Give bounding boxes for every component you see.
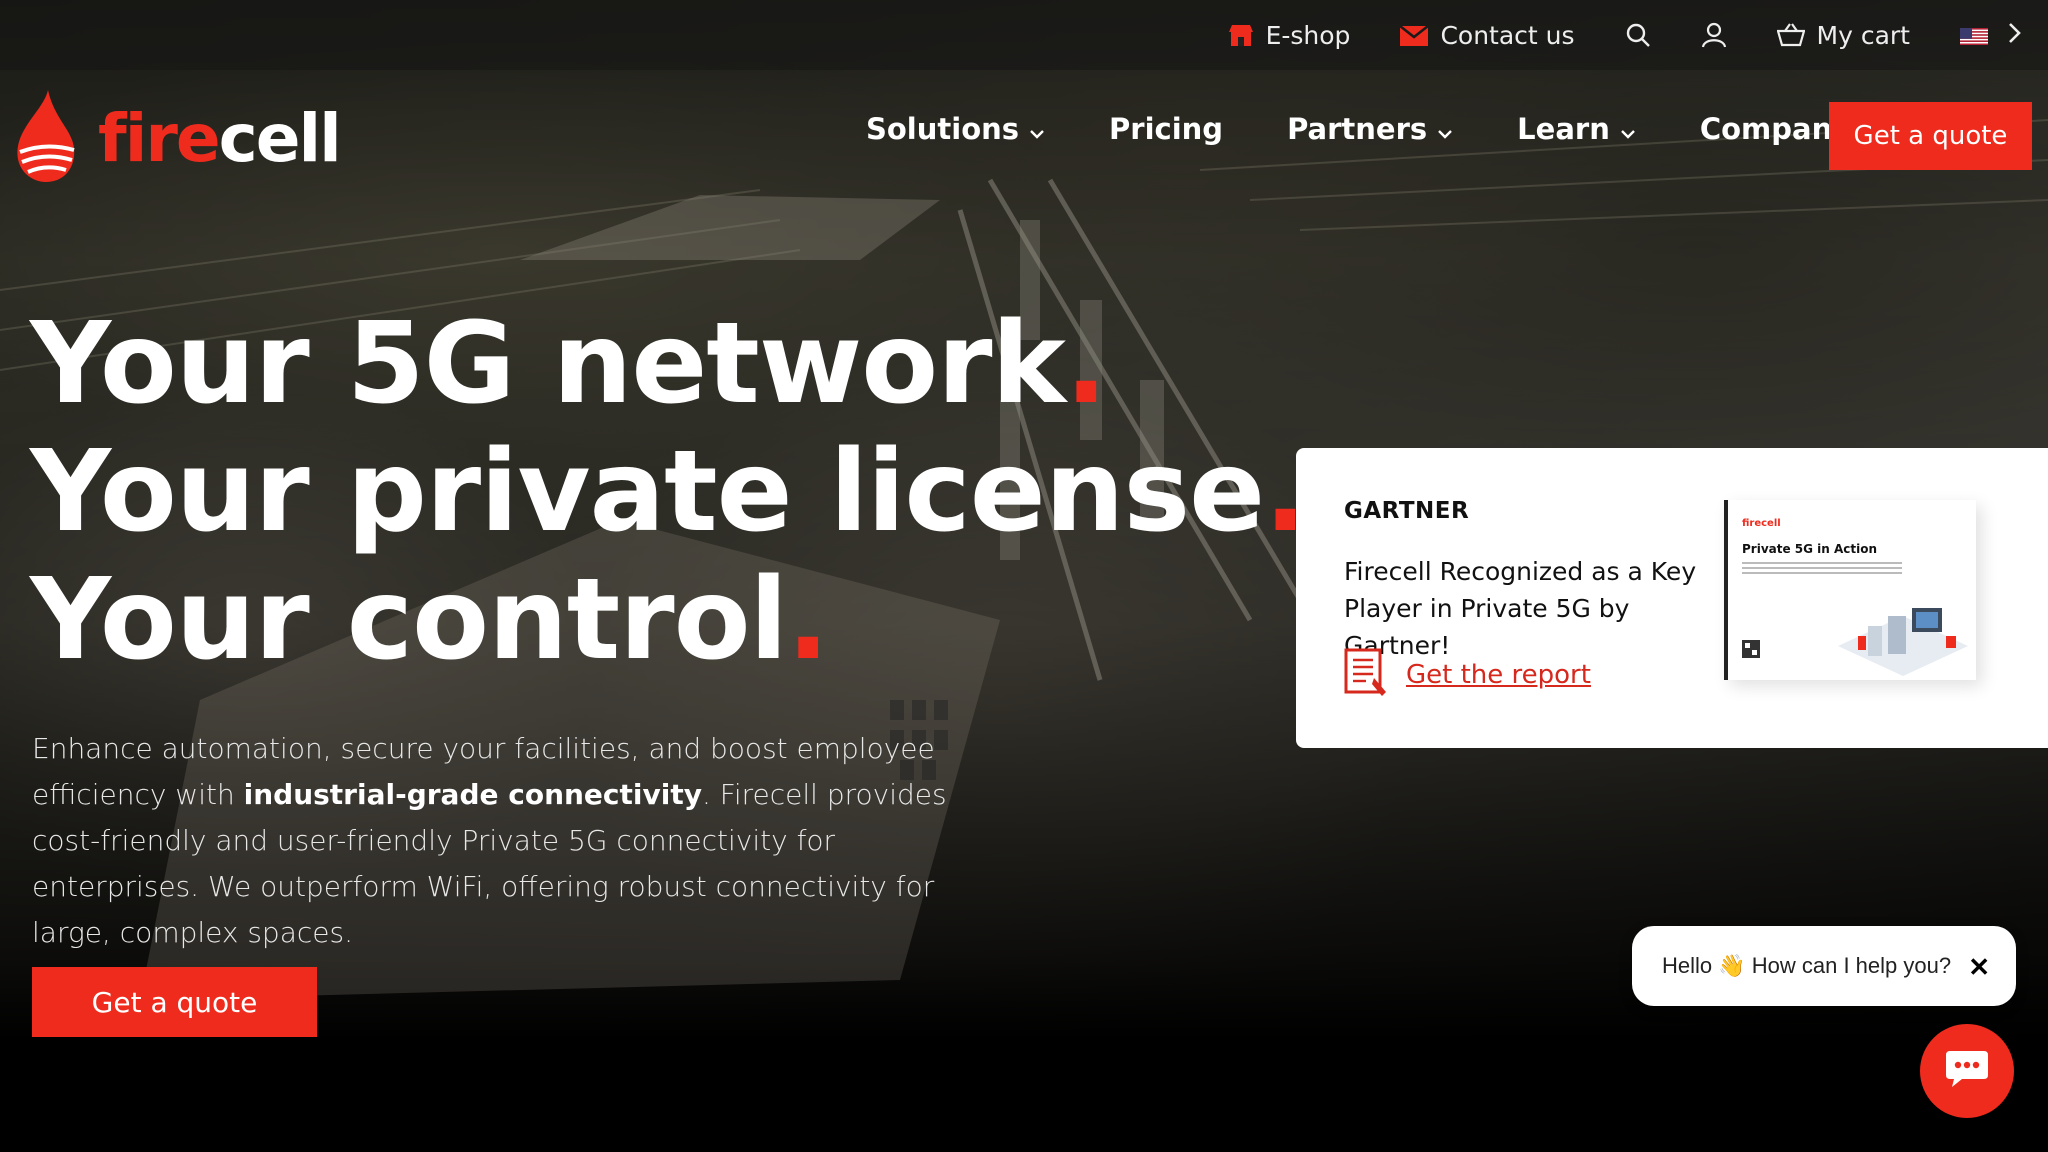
utility-bar: E-shop Contact us My cart [0, 0, 2048, 70]
get-report-label: Get the report [1406, 660, 1591, 690]
chevron-down-icon [1029, 112, 1045, 146]
gartner-card: GARTNER Firecell Recognized as a Key Pla… [1296, 448, 2048, 748]
report-subtitle-lines [1742, 562, 1902, 576]
search-button[interactable] [1625, 22, 1651, 48]
headline-line-1: Your 5G network. [30, 299, 1107, 429]
chevron-right-icon [2008, 21, 2022, 50]
nav-item-label: Pricing [1109, 112, 1224, 146]
qr-code-icon [1742, 640, 1760, 658]
cart-label: My cart [1816, 20, 1910, 50]
store-icon [1228, 22, 1254, 48]
hero-headline: Your 5G network. Your private license. Y… [30, 299, 1307, 685]
get-report-link[interactable]: Get the report [1344, 648, 1591, 702]
account-button[interactable] [1701, 22, 1727, 48]
nav-item-partners[interactable]: Partners [1287, 112, 1453, 146]
mail-icon [1400, 24, 1429, 46]
user-icon [1701, 22, 1727, 48]
report-title: Private 5G in Action [1742, 542, 1878, 556]
report-illustration [1838, 608, 1968, 676]
headline-line-3: Your control. [30, 555, 829, 685]
eshop-label: E-shop [1265, 20, 1351, 50]
hero-description: Enhance automation, secure your faciliti… [32, 732, 947, 949]
main-nav: firecell Solutions Pricing Partners Lear… [0, 70, 2048, 200]
contact-label: Contact us [1440, 20, 1575, 50]
nav-item-label: Partners [1287, 112, 1428, 146]
chevron-down-icon [1437, 112, 1453, 146]
nav-item-label: Solutions [866, 112, 1020, 146]
headline-line-2: Your private license. [30, 427, 1307, 557]
chat-launcher-button[interactable] [1920, 1024, 2014, 1118]
contact-link[interactable]: Contact us [1400, 20, 1575, 50]
hero-get-quote-button[interactable]: Get a quote [32, 967, 317, 1037]
firecell-logo[interactable]: firecell [14, 90, 342, 186]
report-cover-image[interactable]: firecell Private 5G in Action [1724, 500, 1976, 680]
chat-bubble-icon [1944, 1049, 1990, 1093]
report-logo: firecell [1742, 518, 1781, 529]
language-selector[interactable] [1960, 21, 2022, 50]
nav-item-label: Learn [1517, 112, 1610, 146]
nav-get-quote-button[interactable]: Get a quote [1829, 102, 2032, 170]
chat-message: Hello 👋 How can I help you? [1662, 953, 1952, 978]
chat-greeting-bubble[interactable]: Hello 👋 How can I help you? ✕ [1632, 926, 2016, 1006]
nav-item-learn[interactable]: Learn [1517, 112, 1636, 146]
flame-logo-icon [14, 90, 78, 186]
eshop-link[interactable]: E-shop [1228, 20, 1351, 50]
logo-wordmark: firecell [98, 99, 342, 177]
us-flag-icon [1960, 25, 1988, 45]
chat-close-icon[interactable]: ✕ [1968, 952, 1990, 983]
search-icon [1625, 22, 1651, 48]
nav-menu: Solutions Pricing Partners Learn Company [866, 112, 1941, 146]
chevron-down-icon [1620, 112, 1636, 146]
nav-item-pricing[interactable]: Pricing [1109, 112, 1223, 146]
cart-link[interactable]: My cart [1776, 20, 1910, 50]
document-icon [1344, 648, 1390, 702]
basket-icon [1776, 23, 1805, 47]
card-tag: GARTNER [1344, 498, 1470, 524]
nav-item-solutions[interactable]: Solutions [866, 112, 1045, 146]
